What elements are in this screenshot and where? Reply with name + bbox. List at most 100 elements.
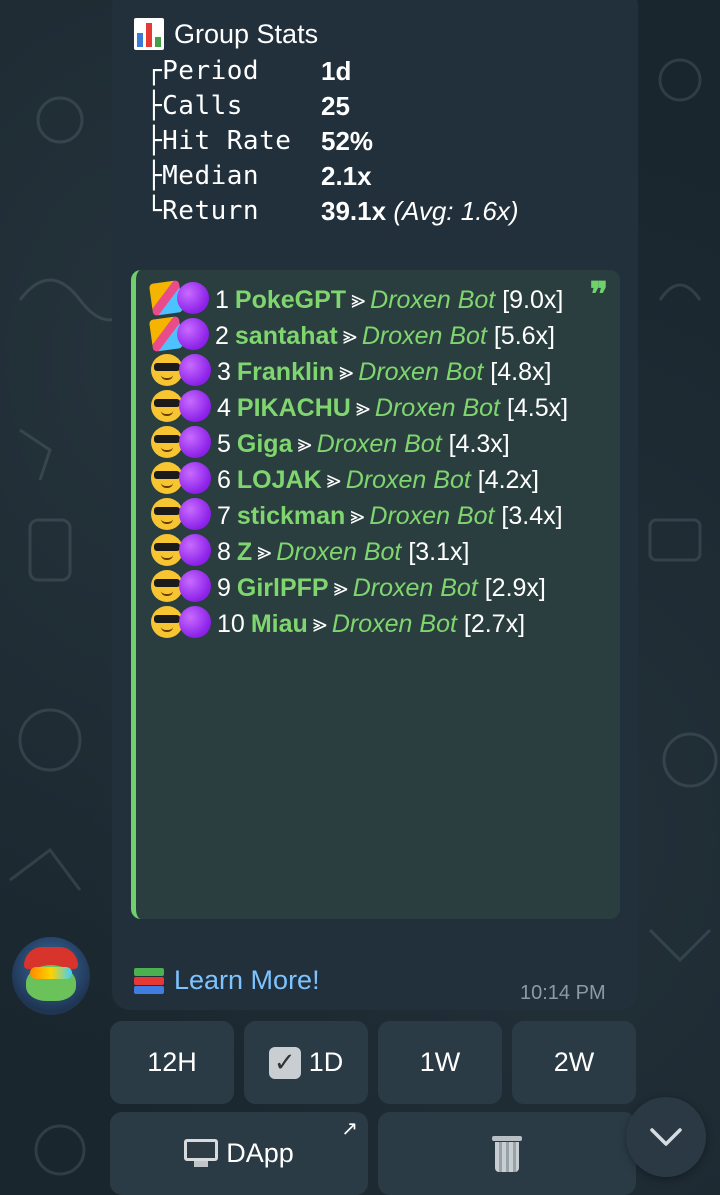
message-timestamp: 10:14 PM bbox=[520, 982, 606, 1004]
stats-row: ├Hit Rate 52% bbox=[146, 124, 519, 159]
entry-multiplier: [4.2x] bbox=[477, 466, 539, 494]
stats-row: ├Calls 25 bbox=[146, 89, 519, 124]
purple-circle-icon bbox=[179, 606, 211, 638]
period-label: 1D bbox=[308, 1047, 344, 1077]
purple-circle-icon bbox=[179, 426, 211, 458]
leaderboard-quote: ❞ 1 PokeGPT ⪢ Droxen Bot [9.0x] 2 santahat ⪢ Dr… bbox=[131, 270, 620, 919]
purple-circle-icon bbox=[179, 534, 211, 566]
period-button-2w[interactable]: 2W bbox=[512, 1021, 636, 1104]
leaderboard-entry: 2 santahat ⪢ Droxen Bot [5.6x] bbox=[148, 316, 591, 354]
trash-icon bbox=[492, 1135, 522, 1172]
entry-name[interactable]: Miau bbox=[251, 610, 308, 638]
entry-rank: 1 bbox=[215, 286, 229, 314]
entry-bot[interactable]: Droxen Bot bbox=[332, 610, 457, 638]
leaderboard-entry: 4 PIKACHU ⪢ Droxen Bot [4.5x] bbox=[151, 390, 591, 426]
entry-multiplier: [2.9x] bbox=[484, 574, 546, 602]
purple-circle-icon bbox=[179, 390, 211, 422]
separator-icon: ⪢ bbox=[333, 574, 348, 602]
entry-name[interactable]: PokeGPT bbox=[235, 286, 346, 314]
learn-more-link[interactable]: Learn More! bbox=[134, 965, 320, 996]
entry-name[interactable]: PIKACHU bbox=[237, 394, 351, 422]
entry-bot[interactable]: Droxen Bot bbox=[346, 466, 471, 494]
stats-value: 52% bbox=[321, 126, 374, 156]
monitor-icon bbox=[184, 1138, 219, 1169]
stats-header: Group Stats bbox=[134, 18, 318, 50]
stats-label: ├Calls bbox=[146, 91, 243, 121]
entry-multiplier: [4.5x] bbox=[506, 394, 569, 422]
period-button-1d[interactable]: ✓ 1D bbox=[244, 1021, 368, 1104]
purple-circle-icon bbox=[179, 354, 211, 386]
entry-bot[interactable]: Droxen Bot bbox=[317, 430, 442, 458]
entry-rank: 7 bbox=[217, 502, 231, 530]
separator-icon: ⪢ bbox=[350, 502, 365, 530]
entry-multiplier: [4.3x] bbox=[448, 430, 510, 458]
quote-icon: ❞ bbox=[589, 275, 608, 315]
leaderboard-entry: 3 Franklin ⪢ Droxen Bot [4.8x] bbox=[151, 354, 591, 390]
entry-name[interactable]: Franklin bbox=[237, 358, 334, 386]
entry-name[interactable]: santahat bbox=[235, 322, 338, 350]
delete-button[interactable] bbox=[378, 1112, 636, 1195]
separator-icon: ⪢ bbox=[312, 610, 327, 638]
entry-bot[interactable]: Droxen Bot bbox=[370, 286, 495, 314]
stats-label: ├Hit Rate bbox=[146, 126, 292, 156]
stats-label: └Return bbox=[146, 196, 260, 226]
dapp-button[interactable]: DApp ↗ bbox=[110, 1112, 368, 1195]
entry-name[interactable]: Giga bbox=[237, 430, 293, 458]
period-label: 12H bbox=[147, 1047, 197, 1077]
entry-name[interactable]: stickman bbox=[237, 502, 345, 530]
leaderboard-list: 1 PokeGPT ⪢ Droxen Bot [9.0x] 2 santahat ⪢ Drox… bbox=[148, 280, 591, 642]
entry-bot[interactable]: Droxen Bot bbox=[369, 502, 494, 530]
entry-multiplier: [3.1x] bbox=[408, 538, 470, 566]
bar-chart-icon bbox=[134, 18, 164, 50]
leaderboard-entry: 7 stickman ⪢ Droxen Bot [3.4x] bbox=[151, 498, 591, 534]
stats-tree: ┌Period 1d ├Calls 25 ├Hit Rate 52% ├Median 2… bbox=[146, 54, 519, 229]
entry-name[interactable]: GirlPFP bbox=[237, 574, 329, 602]
stats-row: ┌Period 1d bbox=[146, 54, 519, 89]
entry-rank: 2 bbox=[215, 322, 229, 350]
entry-rank: 6 bbox=[217, 466, 231, 494]
stats-value: 1d bbox=[321, 56, 352, 86]
sender-avatar[interactable] bbox=[12, 937, 90, 1015]
stats-title: Group Stats bbox=[174, 18, 319, 49]
stats-value: 39.1x (Avg: 1.6x) bbox=[321, 196, 519, 226]
leaderboard-entry: 9 GirlPFP ⪢ Droxen Bot [2.9x] bbox=[151, 570, 591, 606]
chevron-down-icon bbox=[650, 1128, 682, 1146]
entry-bot[interactable]: Droxen Bot bbox=[276, 538, 401, 566]
learn-more-label[interactable]: Learn More! bbox=[174, 965, 320, 996]
separator-icon: ⪢ bbox=[297, 430, 312, 458]
purple-circle-icon bbox=[177, 282, 209, 314]
leaderboard-entry: 6 LOJAK ⪢ Droxen Bot [4.2x] bbox=[151, 462, 591, 498]
scroll-down-button[interactable] bbox=[626, 1097, 706, 1177]
separator-icon: ⪢ bbox=[257, 538, 272, 566]
leaderboard-entry: 5 Giga ⪢ Droxen Bot [4.3x] bbox=[151, 426, 591, 462]
entry-rank: 3 bbox=[217, 358, 231, 386]
leaderboard-entry: 1 PokeGPT ⪢ Droxen Bot [9.0x] bbox=[148, 280, 591, 318]
purple-circle-icon bbox=[179, 498, 211, 530]
avatar-goggles bbox=[30, 967, 72, 979]
entry-bot[interactable]: Droxen Bot bbox=[358, 358, 483, 386]
period-button-12h[interactable]: 12H bbox=[110, 1021, 234, 1104]
entry-multiplier: [5.6x] bbox=[493, 322, 555, 350]
period-button-1w[interactable]: 1W bbox=[378, 1021, 502, 1104]
stats-extra: (Avg: 1.6x) bbox=[393, 196, 519, 226]
entry-name[interactable]: LOJAK bbox=[237, 466, 322, 494]
entry-bot[interactable]: Droxen Bot bbox=[362, 322, 487, 350]
separator-icon: ⪢ bbox=[339, 358, 354, 386]
stats-row: ├Median 2.1x bbox=[146, 159, 519, 194]
stats-row: └Return 39.1x (Avg: 1.6x) bbox=[146, 194, 519, 229]
purple-circle-icon bbox=[179, 462, 211, 494]
entry-rank: 10 bbox=[217, 610, 245, 638]
entry-name[interactable]: Z bbox=[237, 538, 252, 566]
books-icon bbox=[134, 967, 164, 994]
checkmark-icon: ✓ bbox=[268, 1046, 301, 1079]
stats-value: 25 bbox=[321, 91, 350, 121]
stats-label: ├Median bbox=[146, 161, 260, 191]
entry-rank: 4 bbox=[217, 394, 231, 422]
stats-value: 2.1x bbox=[321, 161, 372, 191]
separator-icon: ⪢ bbox=[342, 322, 357, 350]
entry-rank: 5 bbox=[217, 430, 231, 458]
entry-bot[interactable]: Droxen Bot bbox=[375, 394, 500, 422]
entry-bot[interactable]: Droxen Bot bbox=[353, 574, 478, 602]
entry-rank: 9 bbox=[217, 574, 231, 602]
purple-circle-icon bbox=[177, 318, 209, 350]
